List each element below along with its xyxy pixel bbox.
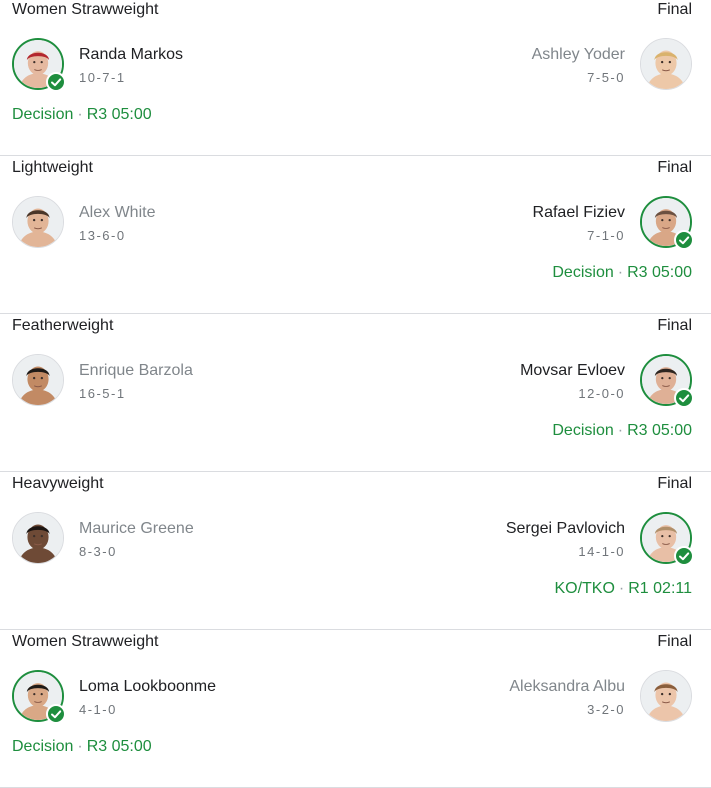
fighter-left-name[interactable]: Randa Markos	[79, 46, 183, 64]
fighter-right-record: 7-1-0	[587, 228, 625, 243]
fighter-left-name[interactable]: Alex White	[79, 204, 155, 222]
result-time: R3 05:00	[86, 106, 152, 123]
division-label: Women Strawweight	[12, 633, 159, 650]
fighter-left-record: 16-5-1	[79, 386, 126, 401]
fighter-right-name[interactable]: Rafael Fiziev	[533, 204, 625, 222]
fight-result: Decision · R3 05:00	[552, 264, 692, 282]
result-time: R3 05:00	[86, 738, 152, 755]
result-method: Decision	[552, 264, 614, 281]
fighter-left-name[interactable]: Enrique Barzola	[79, 362, 193, 380]
result-time: R3 05:00	[627, 422, 692, 439]
fighter-left-avatar[interactable]	[12, 354, 64, 406]
fight-result: Decision · R3 05:00	[12, 738, 152, 756]
winner-check-icon	[674, 230, 694, 250]
division-label: Women Strawweight	[12, 1, 159, 18]
fight-card[interactable]: Lightweight Final Alex White 13-6-0 Rafa…	[0, 156, 711, 314]
fighter-left-name[interactable]: Loma Lookboonme	[79, 678, 216, 696]
fighter-right-name[interactable]: Movsar Evloev	[520, 362, 625, 380]
fight-status: Final	[657, 633, 692, 650]
result-separator: ·	[617, 264, 624, 281]
fighter-left-record: 8-3-0	[79, 544, 117, 559]
result-separator: ·	[77, 106, 83, 123]
fight-results-list: Women Strawweight Final Randa Markos 10-…	[0, 0, 711, 788]
result-separator: ·	[618, 580, 625, 597]
result-time: R1 02:11	[628, 580, 692, 597]
fighter-portrait-icon	[13, 513, 63, 563]
fighter-right-record: 12-0-0	[578, 386, 625, 401]
result-separator: ·	[77, 738, 83, 755]
fight-status: Final	[657, 475, 692, 492]
fighter-right-name[interactable]: Sergei Pavlovich	[506, 520, 625, 538]
winner-check-icon	[674, 546, 694, 566]
fight-result: Decision · R3 05:00	[12, 106, 152, 124]
fighter-portrait-icon	[13, 355, 63, 405]
result-method: KO/TKO	[554, 580, 615, 597]
fighter-right-avatar[interactable]	[640, 670, 692, 722]
fighter-left-avatar[interactable]	[12, 196, 64, 248]
fighter-left-avatar[interactable]	[12, 512, 64, 564]
winner-check-icon	[674, 388, 694, 408]
result-method: Decision	[552, 422, 614, 439]
fighter-left-record: 13-6-0	[79, 228, 126, 243]
fighter-right-avatar[interactable]	[640, 196, 694, 250]
winner-check-icon	[46, 72, 66, 92]
division-label: Lightweight	[12, 159, 93, 176]
fighter-left-avatar[interactable]	[12, 670, 66, 724]
fighter-portrait-icon	[13, 197, 63, 247]
fighter-right-name[interactable]: Aleksandra Albu	[509, 678, 625, 696]
fight-card[interactable]: Featherweight Final Enrique Barzola 16-5…	[0, 314, 711, 472]
fighter-right-avatar[interactable]	[640, 512, 694, 566]
result-time: R3 05:00	[627, 264, 692, 281]
division-label: Heavyweight	[12, 475, 104, 492]
fighter-left-record: 4-1-0	[79, 702, 117, 717]
fighter-left-record: 10-7-1	[79, 70, 126, 85]
fight-result: Decision · R3 05:00	[552, 422, 692, 440]
fighter-right-avatar[interactable]	[640, 38, 692, 90]
fight-result: KO/TKO · R1 02:11	[554, 580, 692, 598]
fighter-left-name[interactable]: Maurice Greene	[79, 520, 194, 538]
fighter-right-record: 14-1-0	[578, 544, 625, 559]
fight-status: Final	[657, 1, 692, 18]
fight-card[interactable]: Heavyweight Final Maurice Greene 8-3-0 S…	[0, 472, 711, 630]
fighter-portrait-icon	[641, 39, 691, 89]
fighter-right-record: 7-5-0	[587, 70, 625, 85]
fight-status: Final	[657, 317, 692, 334]
division-label: Featherweight	[12, 317, 114, 334]
fight-status: Final	[657, 159, 692, 176]
result-method: Decision	[12, 738, 74, 755]
winner-check-icon	[46, 704, 66, 724]
fighter-portrait-icon	[641, 671, 691, 721]
fighter-left-avatar[interactable]	[12, 38, 66, 92]
fighter-right-record: 3-2-0	[587, 702, 625, 717]
fighter-right-avatar[interactable]	[640, 354, 694, 408]
result-method: Decision	[12, 106, 74, 123]
result-separator: ·	[617, 422, 624, 439]
fighter-right-name[interactable]: Ashley Yoder	[532, 46, 625, 64]
fight-card[interactable]: Women Strawweight Final Loma Lookboonme …	[0, 630, 711, 788]
fight-card[interactable]: Women Strawweight Final Randa Markos 10-…	[0, 0, 711, 156]
